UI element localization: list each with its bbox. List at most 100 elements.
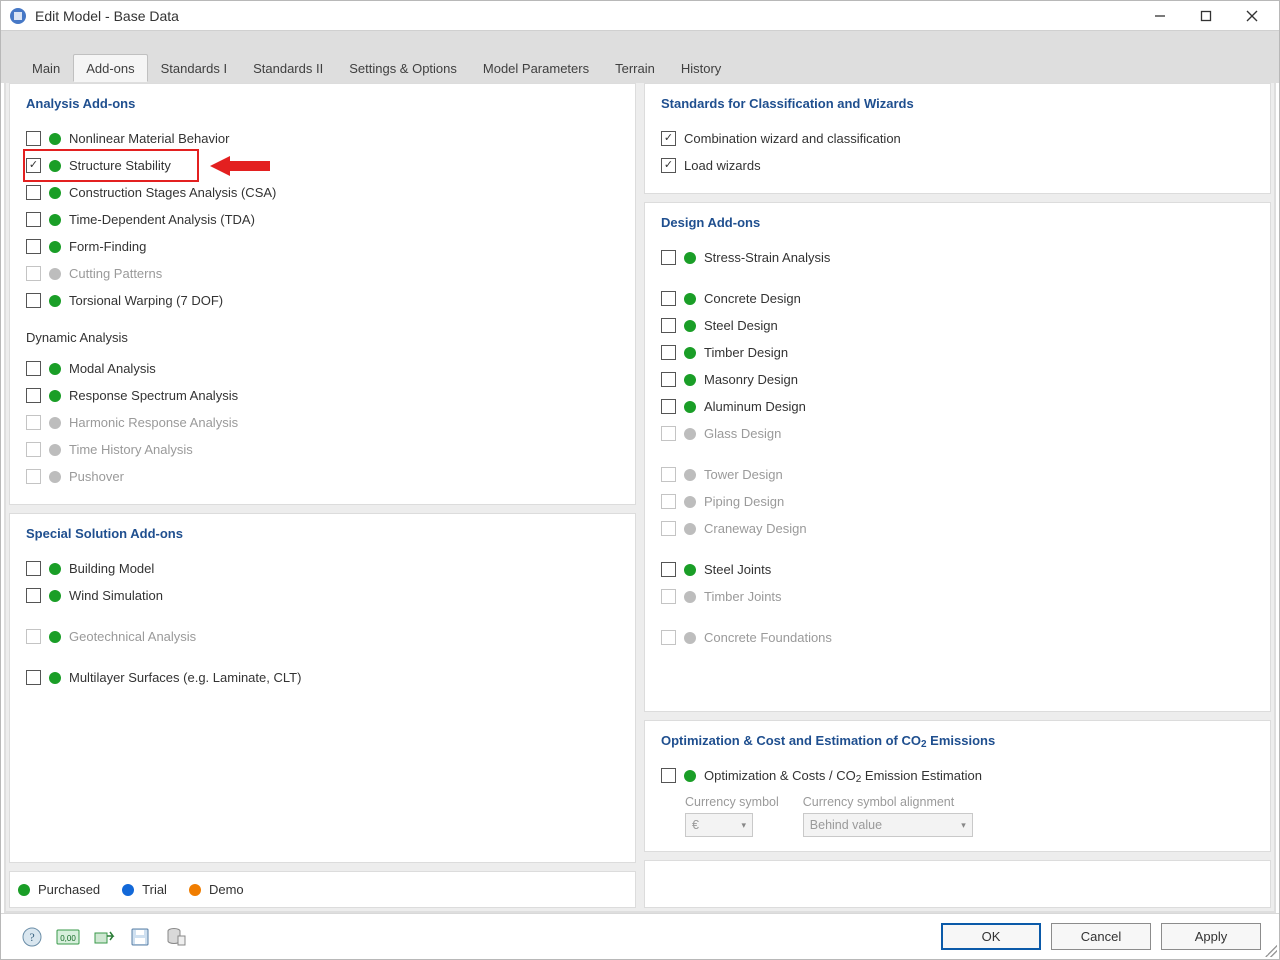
checkbox[interactable] (661, 562, 676, 577)
addon-row[interactable]: Concrete Design (661, 285, 1254, 312)
addon-row[interactable]: Aluminum Design (661, 393, 1254, 420)
svg-text:0,00: 0,00 (60, 934, 76, 943)
checkbox[interactable] (661, 318, 676, 333)
tab-standards-i[interactable]: Standards I (148, 54, 241, 82)
save-icon[interactable] (127, 924, 153, 950)
addon-row[interactable]: Combination wizard and classification (661, 125, 1254, 152)
checkbox[interactable] (661, 768, 676, 783)
tab-history[interactable]: History (668, 54, 734, 82)
addon-label: Geotechnical Analysis (69, 629, 196, 644)
database-icon[interactable] (163, 924, 189, 950)
checkbox[interactable] (661, 250, 676, 265)
maximize-button[interactable] (1183, 1, 1229, 30)
status-dot (49, 672, 61, 684)
resize-grip[interactable] (1265, 945, 1277, 957)
addon-row[interactable]: Time-Dependent Analysis (TDA) (26, 206, 619, 233)
checkbox[interactable] (661, 399, 676, 414)
checkbox[interactable] (26, 361, 41, 376)
addon-row[interactable]: Construction Stages Analysis (CSA) (26, 179, 619, 206)
addon-label: Piping Design (704, 494, 784, 509)
addon-label: Structure Stability (69, 158, 171, 173)
tab-standards-ii[interactable]: Standards II (240, 54, 336, 82)
select-currency-align[interactable]: Behind value▾ (803, 813, 973, 837)
checkbox[interactable] (661, 372, 676, 387)
addon-row: Timber Joints (661, 583, 1254, 610)
status-dot (684, 347, 696, 359)
checkbox[interactable] (26, 212, 41, 227)
addon-row[interactable]: Torsional Warping (7 DOF) (26, 287, 619, 314)
tab-main[interactable]: Main (19, 54, 73, 82)
status-dot (684, 564, 696, 576)
checkbox[interactable] (26, 185, 41, 200)
status-dot (49, 417, 61, 429)
cancel-button[interactable]: Cancel (1051, 923, 1151, 950)
checkbox[interactable] (26, 158, 41, 173)
addon-label: Combination wizard and classification (684, 131, 901, 146)
label-currency-align: Currency symbol alignment (803, 795, 973, 809)
addon-row[interactable]: Steel Design (661, 312, 1254, 339)
addon-row[interactable]: Modal Analysis (26, 355, 619, 382)
checkbox[interactable] (661, 291, 676, 306)
addon-row[interactable]: Form-Finding (26, 233, 619, 260)
checkbox[interactable] (26, 293, 41, 308)
window-title: Edit Model - Base Data (35, 8, 1137, 24)
addon-row[interactable]: Building Model (26, 555, 619, 582)
checkbox[interactable] (26, 561, 41, 576)
addon-row[interactable]: Response Spectrum Analysis (26, 382, 619, 409)
checkbox[interactable] (661, 131, 676, 146)
apply-button[interactable]: Apply (1161, 923, 1261, 950)
tab-settings-options[interactable]: Settings & Options (336, 54, 470, 82)
units-icon[interactable]: 0,00 (55, 924, 81, 950)
help-icon[interactable]: ? (19, 924, 45, 950)
heading-special-addons: Special Solution Add-ons (26, 526, 619, 541)
status-dot (684, 320, 696, 332)
addon-row[interactable]: Steel Joints (661, 556, 1254, 583)
checkbox[interactable] (26, 670, 41, 685)
addon-row: Tower Design (661, 461, 1254, 488)
tab-model-parameters[interactable]: Model Parameters (470, 54, 602, 82)
select-currency-symbol[interactable]: €▾ (685, 813, 753, 837)
panel-design-addons: Design Add-ons Stress-Strain AnalysisCon… (644, 202, 1271, 712)
checkbox[interactable] (26, 131, 41, 146)
checkbox[interactable] (661, 345, 676, 360)
addon-row[interactable]: Nonlinear Material Behavior (26, 125, 619, 152)
addon-row[interactable]: Load wizards (661, 152, 1254, 179)
transfer-icon[interactable] (91, 924, 117, 950)
status-dot (49, 444, 61, 456)
checkbox[interactable] (26, 588, 41, 603)
addon-row[interactable]: Stress-Strain Analysis (661, 244, 1254, 271)
addon-row: Cutting Patterns (26, 260, 619, 287)
addon-row: Glass Design (661, 420, 1254, 447)
addon-row: Concrete Foundations (661, 624, 1254, 651)
checkbox[interactable] (26, 388, 41, 403)
addon-label: Construction Stages Analysis (CSA) (69, 185, 276, 200)
status-dot (49, 160, 61, 172)
tab-add-ons[interactable]: Add-ons (73, 54, 147, 82)
addon-row: Pushover (26, 463, 619, 490)
checkbox (26, 629, 41, 644)
addon-row[interactable]: Structure Stability (26, 152, 196, 179)
checkbox[interactable] (26, 239, 41, 254)
addon-label: Harmonic Response Analysis (69, 415, 238, 430)
addon-row: Craneway Design (661, 515, 1254, 542)
close-button[interactable] (1229, 1, 1275, 30)
heading-analysis-addons: Analysis Add-ons (26, 96, 619, 111)
addon-row[interactable]: Masonry Design (661, 366, 1254, 393)
tab-terrain[interactable]: Terrain (602, 54, 668, 82)
legend-label-demo: Demo (209, 882, 244, 897)
status-dot (684, 428, 696, 440)
addon-row[interactable]: Timber Design (661, 339, 1254, 366)
addon-row[interactable]: Wind Simulation (26, 582, 619, 609)
checkbox[interactable] (661, 158, 676, 173)
status-dot (684, 591, 696, 603)
heading-dynamic-analysis: Dynamic Analysis (26, 330, 619, 345)
checkbox (661, 494, 676, 509)
ok-button[interactable]: OK (941, 923, 1041, 950)
checkbox (26, 266, 41, 281)
checkbox (26, 415, 41, 430)
addon-label: Concrete Design (704, 291, 801, 306)
addon-label: Concrete Foundations (704, 630, 832, 645)
addon-row[interactable]: Multilayer Surfaces (e.g. Laminate, CLT) (26, 664, 619, 691)
addon-row-optimization[interactable]: Optimization & Costs / CO2 Emission Esti… (661, 762, 1254, 789)
minimize-button[interactable] (1137, 1, 1183, 30)
